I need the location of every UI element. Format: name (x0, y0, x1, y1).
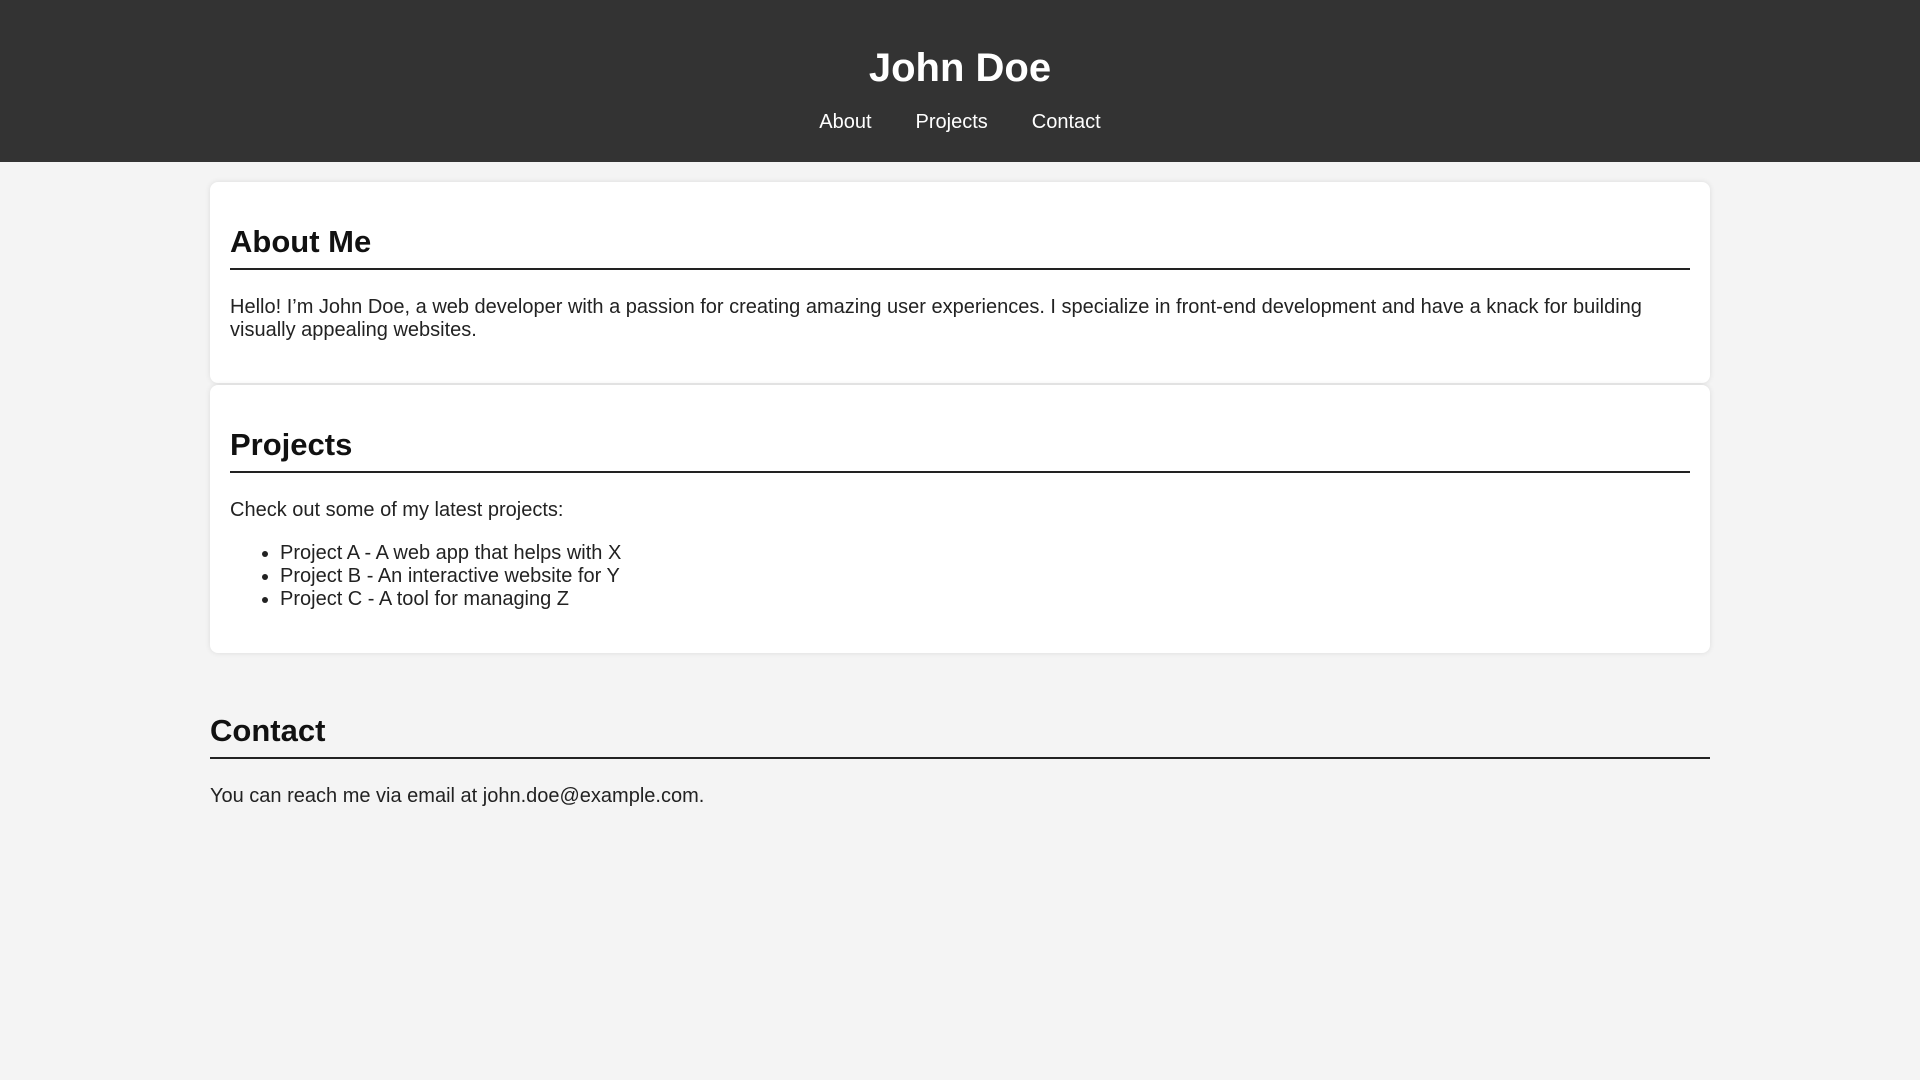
nav-link-contact[interactable]: Contact (1010, 110, 1123, 134)
main-content: About Me Hello! I’m John Doe, a web deve… (210, 182, 1710, 808)
projects-intro: Check out some of my latest projects: (230, 499, 564, 521)
contact-email-link[interactable]: john.doe@example.com (483, 785, 699, 807)
about-heading: About Me (230, 224, 1690, 270)
site-header: John Doe About Projects Contact (0, 0, 1920, 162)
contact-text: You can reach me via email at john.doe@e… (210, 785, 1710, 808)
projects-section: Projects Check out some of my latest pro… (210, 385, 1710, 653)
contact-text-prefix: You can reach me via email at (210, 785, 483, 807)
nav-link-about[interactable]: About (797, 110, 893, 134)
contact-heading: Contact (210, 713, 1710, 759)
about-section: About Me Hello! I’m John Doe, a web deve… (210, 182, 1710, 383)
nav-link-projects[interactable]: Projects (894, 110, 1010, 134)
contact-text-suffix: . (698, 785, 705, 807)
site-title: John Doe (868, 46, 1052, 90)
contact-section: Contact You can reach me via email at jo… (210, 653, 1710, 808)
main-nav: About Projects Contact (0, 110, 1920, 134)
project-item: Project A - A web app that helps with X (280, 542, 1690, 565)
project-item: Project C - A tool for managing Z (280, 588, 1690, 611)
projects-heading: Projects (230, 427, 1690, 473)
about-text: Hello! I’m John Doe, a web developer wit… (230, 296, 1642, 341)
projects-list: Project A - A web app that helps with X … (230, 542, 1690, 611)
project-item: Project B - An interactive website for Y (280, 565, 1690, 588)
